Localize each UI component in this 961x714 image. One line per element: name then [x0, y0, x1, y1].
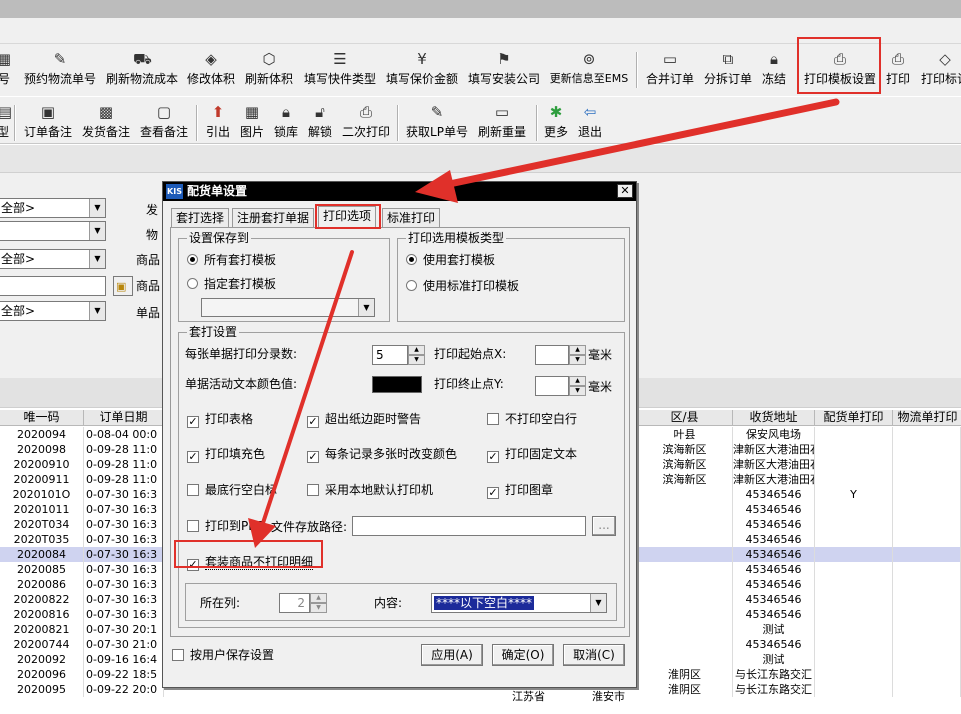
- arrow-to-tab: [415, 98, 840, 203]
- arrow-to-option: [248, 250, 354, 548]
- annotation-arrows: [248, 98, 840, 548]
